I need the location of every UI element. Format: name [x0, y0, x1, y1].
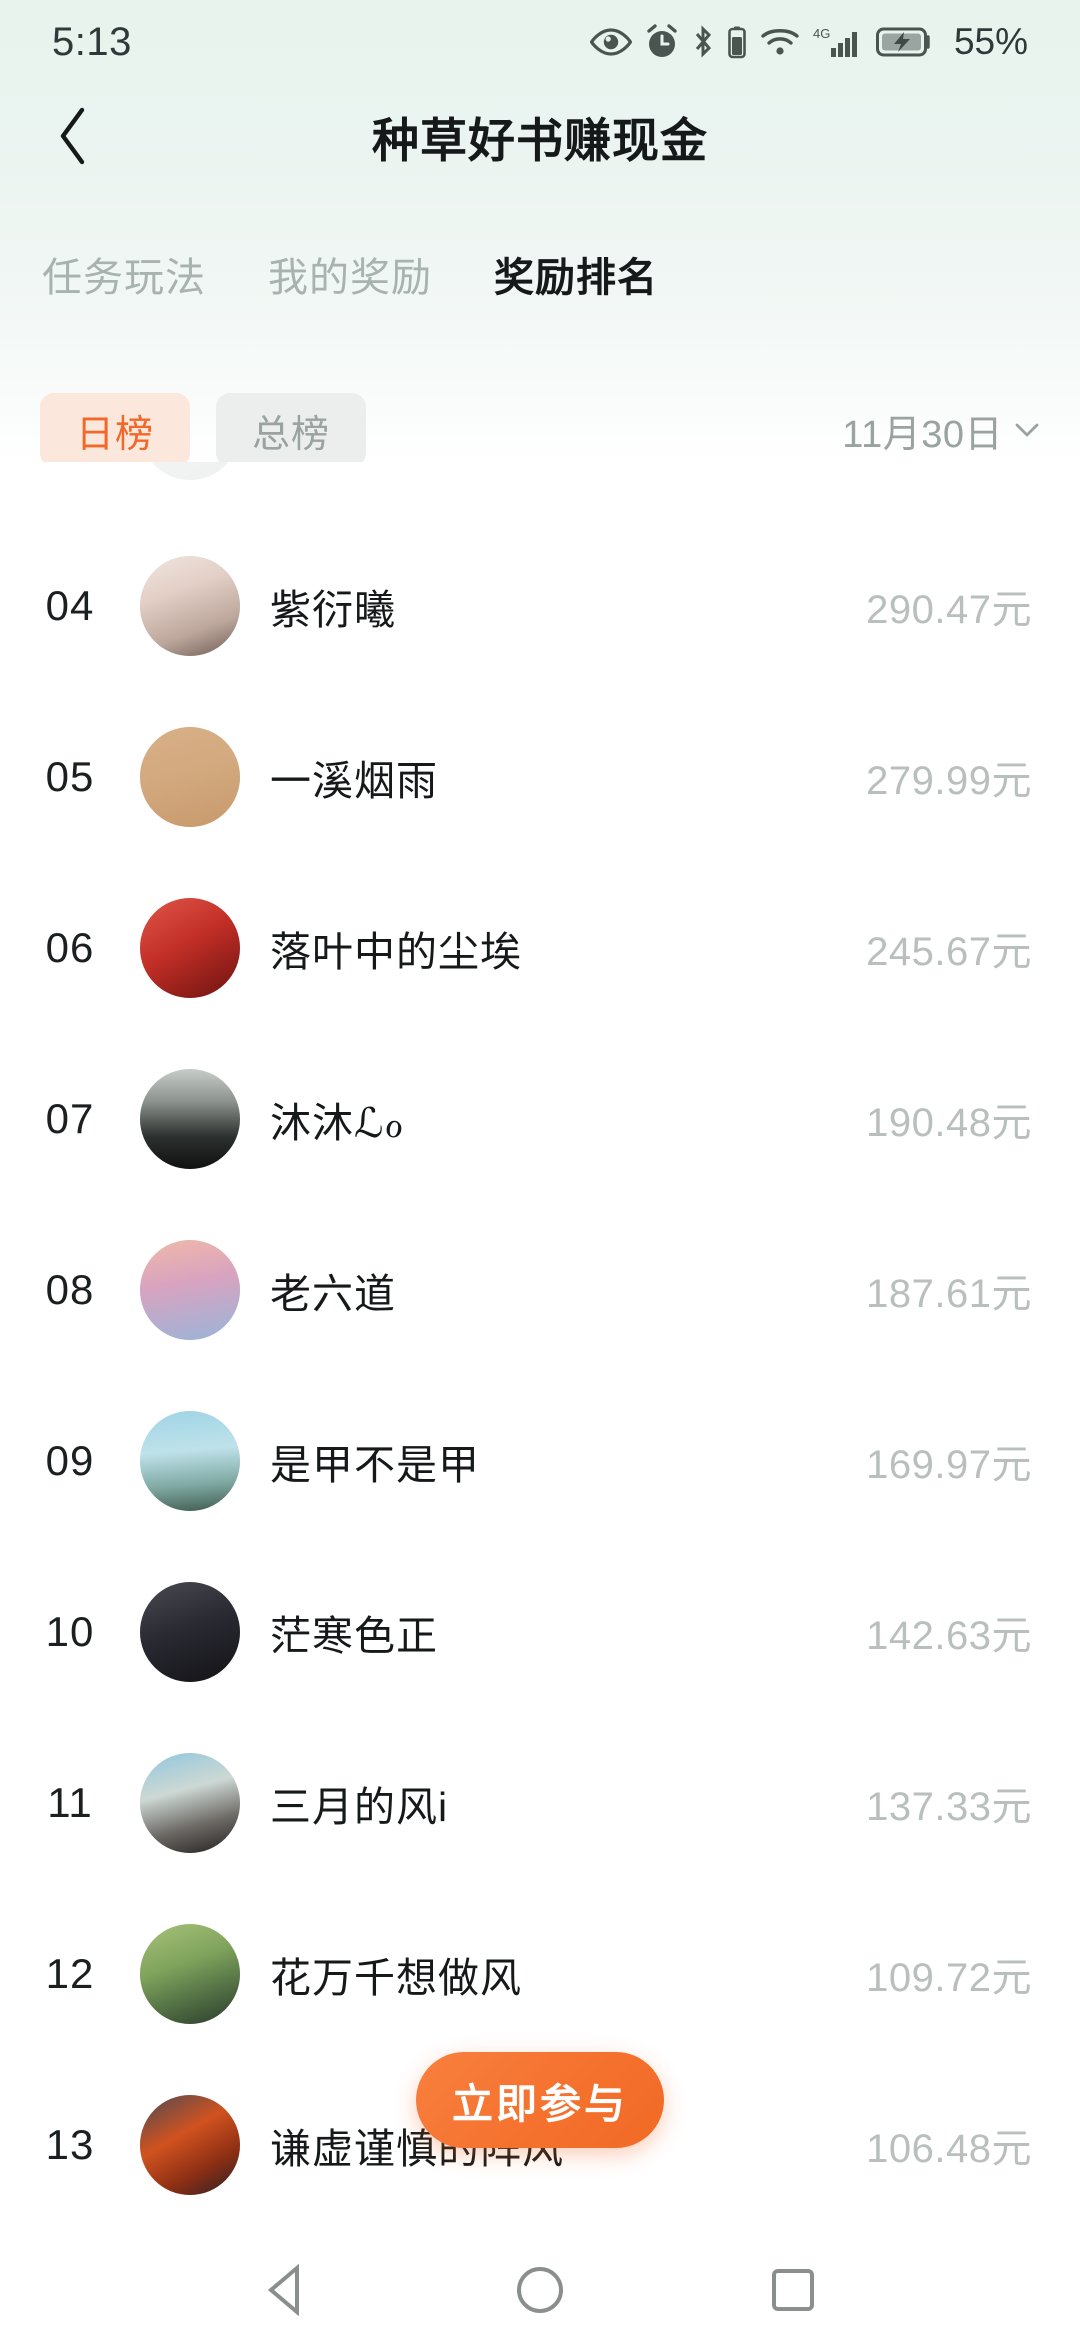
ranking-list[interactable]: 03 04 紫衍曦 290.47元 05 一溪烟雨 279.99元 06 落叶中的尘埃 245.…	[0, 462, 1080, 2240]
table-row[interactable]: 10 茫寒色正 142.63元	[0, 1546, 1080, 1717]
bluetooth-icon	[695, 25, 711, 58]
back-chevron-icon	[60, 107, 85, 165]
device-battery-icon	[728, 26, 746, 59]
avatar[interactable]	[140, 1410, 240, 1511]
header-background: 5:13 4G 55% 种草好书赚现金 任务玩法 我的奖励 奖励排名 日榜 总榜…	[0, 0, 1080, 467]
alarm-icon	[647, 24, 677, 57]
row-amount: 109.72元	[866, 1955, 1032, 2000]
nav-home-button[interactable]	[492, 2242, 588, 2338]
row-amount: 245.67元	[866, 929, 1032, 974]
row-rank: 06	[45, 923, 95, 971]
row-rank: 07	[45, 1094, 95, 1142]
row-amount: 142.63元	[866, 1613, 1032, 1658]
row-rank: 10	[45, 1607, 95, 1655]
row-rank: 11	[47, 1778, 93, 1826]
status-time: 5:13	[52, 19, 132, 64]
table-row[interactable]: 09 是甲不是甲 169.97元	[0, 1375, 1080, 1546]
table-row[interactable]: 04 紫衍曦 290.47元	[0, 520, 1080, 691]
table-row[interactable]: 11 三月的风i 137.33元	[0, 1717, 1080, 1888]
nav-back-triangle-icon	[267, 2264, 299, 2316]
row-amount: 106.48元	[866, 2126, 1032, 2171]
tab-reward-ranking[interactable]: 奖励排名	[494, 245, 658, 303]
tab-bar: 任务玩法 我的奖励 奖励排名	[0, 230, 1080, 318]
avatar[interactable]	[140, 897, 240, 998]
battery-charging-icon	[875, 27, 930, 57]
page-title: 种草好书赚现金	[372, 113, 708, 167]
row-amount: 279.99元	[866, 758, 1032, 803]
row-rank: 09	[45, 1436, 95, 1484]
status-bar: 5:13 4G 55%	[0, 0, 1080, 84]
table-row[interactable]: 05 一溪烟雨 279.99元	[0, 691, 1080, 862]
battery-percent: 55%	[953, 21, 1028, 62]
join-now-button[interactable]: 立即参与	[416, 2052, 664, 2148]
row-rank: 12	[45, 1949, 95, 1997]
date-selector[interactable]: 11月30日	[842, 403, 1040, 458]
avatar[interactable]	[140, 1239, 240, 1340]
avatar[interactable]	[140, 1068, 240, 1169]
chip-daily-ranking[interactable]: 日榜	[40, 393, 190, 467]
svg-text:4G: 4G	[813, 26, 830, 41]
row-username: 花万千想做风	[270, 1954, 522, 2001]
row-rank: 13	[45, 2120, 95, 2168]
status-icons: 4G 55%	[589, 21, 1028, 63]
join-now-label: 立即参与	[452, 2081, 628, 2127]
row-username: 是甲不是甲	[270, 1441, 480, 1488]
avatar[interactable]	[140, 2094, 240, 2195]
date-selector-label: 11月30日	[842, 413, 1003, 456]
partial-scrolled-row: 03	[0, 462, 1080, 498]
row-rank: 04	[45, 581, 95, 629]
app-screen: 5:13 4G 55% 种草好书赚现金 任务玩法 我的奖励 奖励排名 日榜 总榜…	[0, 0, 1080, 2340]
back-button[interactable]	[36, 99, 110, 173]
nav-home-circle-icon	[516, 2267, 563, 2313]
row-username: 茫寒色正	[270, 1612, 438, 1659]
nav-recents-button[interactable]	[745, 2242, 841, 2338]
table-row[interactable]: 06 落叶中的尘埃 245.67元	[0, 862, 1080, 1033]
tab-my-rewards[interactable]: 我的奖励	[268, 245, 432, 303]
row-rank: 08	[45, 1265, 95, 1313]
row-amount: 190.48元	[866, 1100, 1032, 1145]
row-amount: 187.61元	[866, 1271, 1032, 1316]
row-amount: 137.33元	[866, 1784, 1032, 1829]
table-row[interactable]: 08 老六道 187.61元	[0, 1204, 1080, 1375]
nav-recents-square-icon	[772, 2269, 815, 2311]
avatar[interactable]	[140, 1581, 240, 1682]
title-bar: 种草好书赚现金	[0, 84, 1080, 188]
row-username: 老六道	[270, 1270, 396, 1317]
chip-total-ranking[interactable]: 总榜	[216, 393, 366, 467]
row-amount: 169.97元	[866, 1442, 1032, 1487]
row-username: 沐沐ℒℴ	[270, 1099, 405, 1146]
tab-task-rules[interactable]: 任务玩法	[42, 245, 206, 303]
signal-4g-icon: 4G	[813, 26, 857, 57]
table-row[interactable]: 03	[0, 462, 1080, 498]
avatar[interactable]	[140, 462, 240, 480]
wifi-icon	[761, 29, 799, 55]
avatar[interactable]	[140, 726, 240, 827]
nav-back-button[interactable]	[239, 2242, 335, 2338]
row-username: 三月的风i	[270, 1783, 449, 1830]
avatar[interactable]	[140, 1752, 240, 1853]
row-rank: 05	[45, 752, 95, 800]
avatar[interactable]	[140, 1923, 240, 2024]
android-nav-bar	[0, 2240, 1080, 2340]
chevron-down-icon	[1015, 423, 1039, 437]
eye-care-icon	[589, 28, 632, 56]
row-username: 紫衍曦	[270, 586, 396, 633]
table-row[interactable]: 07 沐沐ℒℴ 190.48元	[0, 1033, 1080, 1204]
table-row[interactable]: 12 花万千想做风 109.72元	[0, 1888, 1080, 2059]
row-amount: 290.47元	[866, 587, 1032, 632]
avatar[interactable]	[140, 555, 240, 656]
row-username: 一溪烟雨	[270, 757, 438, 804]
row-username: 落叶中的尘埃	[270, 928, 522, 975]
